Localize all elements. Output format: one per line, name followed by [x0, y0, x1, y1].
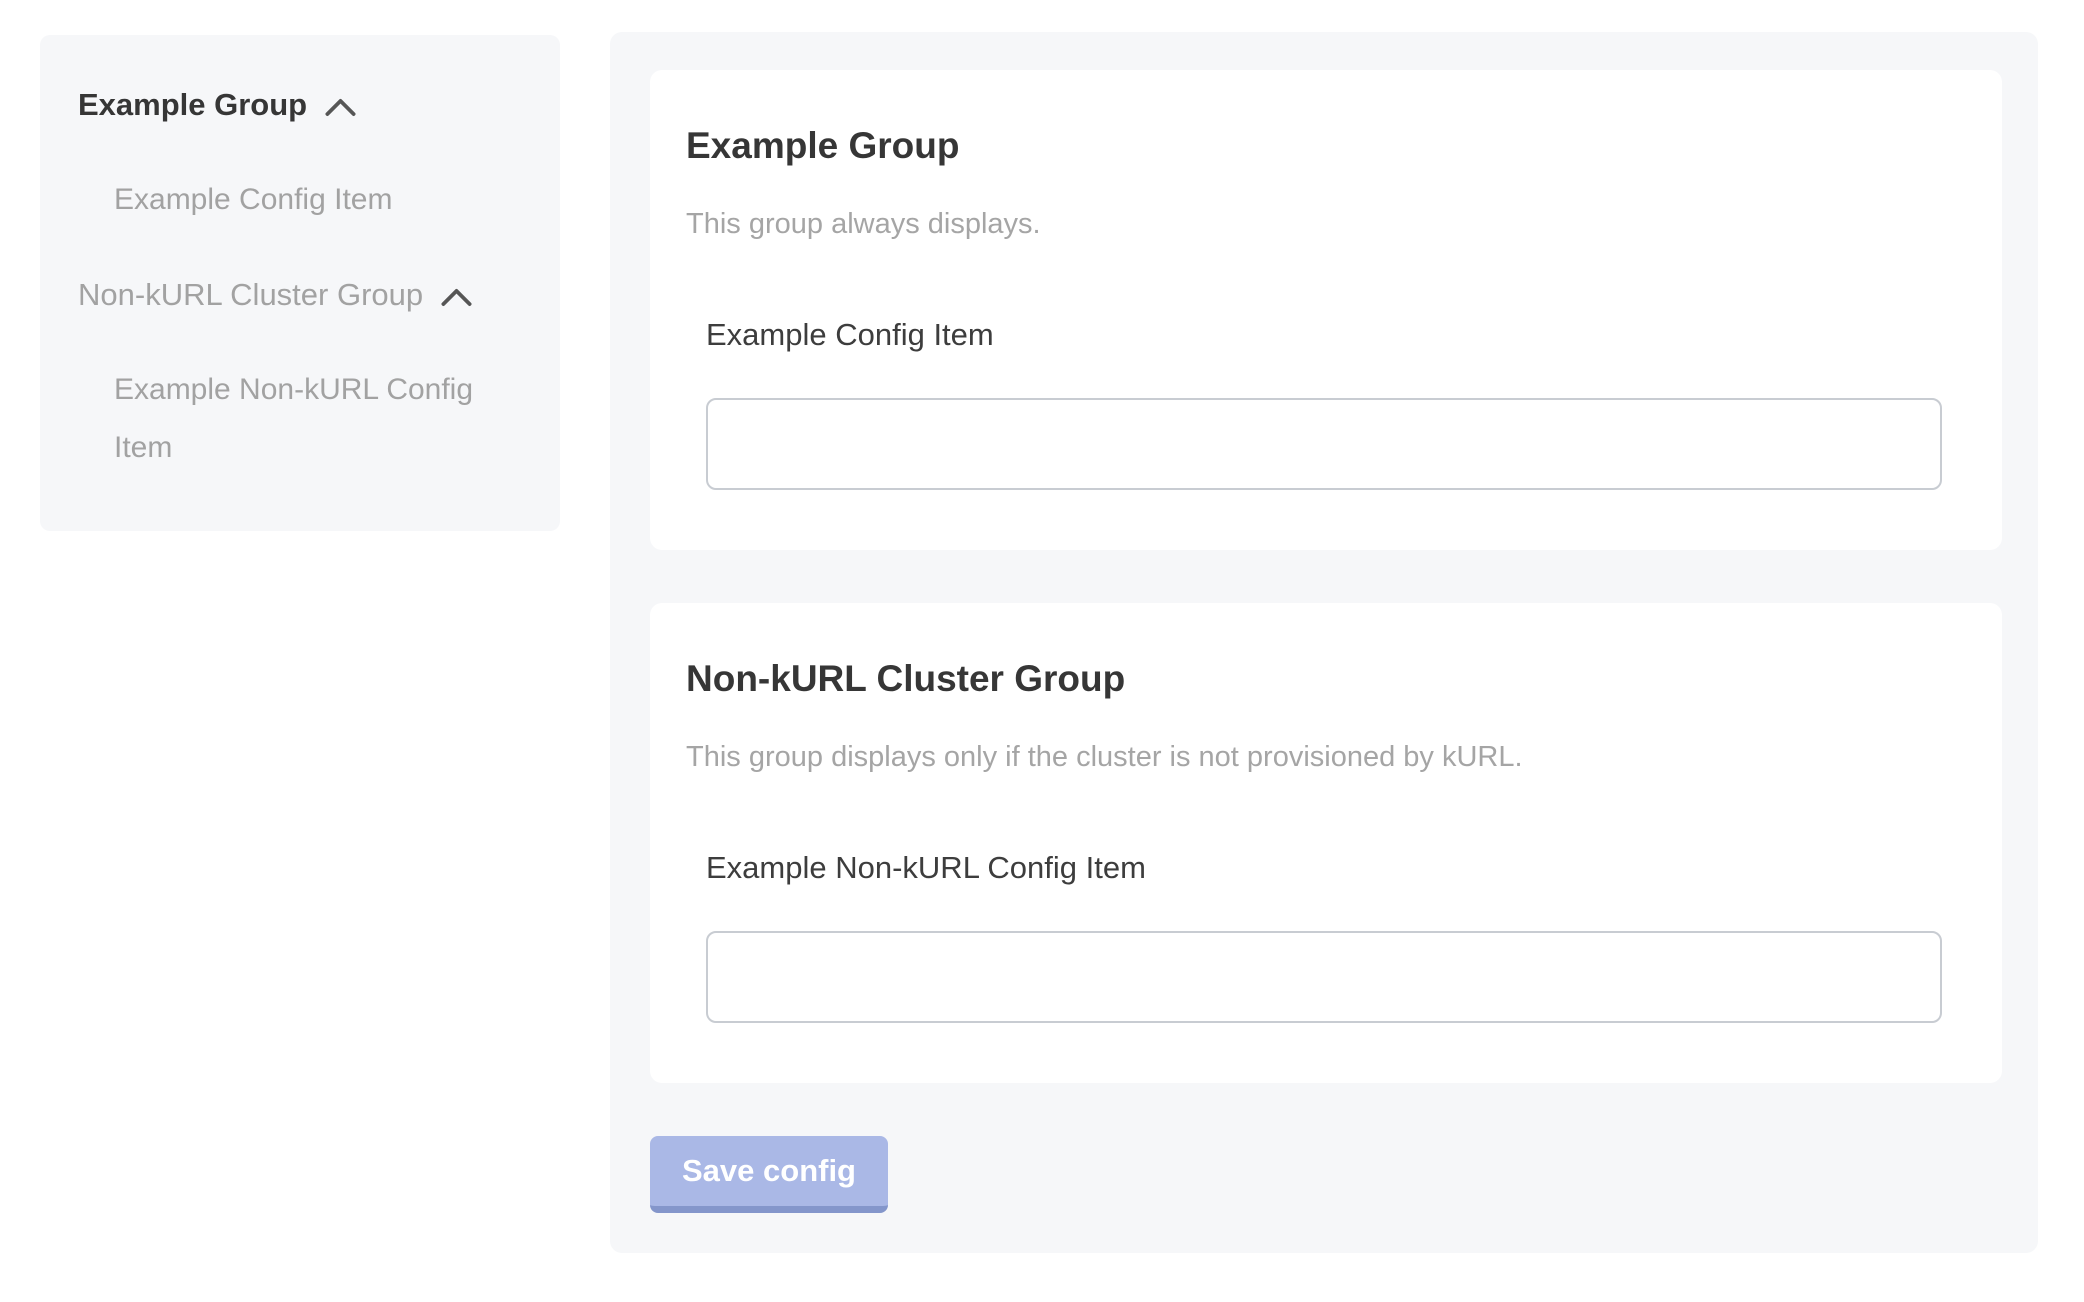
group-title: Example Group: [686, 124, 1942, 168]
config-input-example-config-item[interactable]: [706, 398, 1942, 490]
config-panel: Example Group This group always displays…: [610, 32, 2038, 1253]
config-group-card-example-group: Example Group This group always displays…: [650, 70, 2002, 550]
chevron-up-icon[interactable]: [441, 288, 472, 307]
sidebar-group-example-group: Example Group Example Config Item: [78, 85, 522, 229]
sidebar-group-label: Non-kURL Cluster Group: [78, 275, 423, 315]
sidebar-group-label: Example Group: [78, 85, 307, 125]
sidebar-group-header-example-group[interactable]: Example Group: [78, 85, 522, 125]
config-field-example-config-item: Example Config Item: [706, 316, 1942, 490]
group-description: This group displays only if the cluster …: [686, 739, 1942, 775]
group-title: Non-kURL Cluster Group: [686, 657, 1942, 701]
config-input-example-non-kurl-config-item[interactable]: [706, 931, 1942, 1023]
config-field-example-non-kurl-config-item: Example Non-kURL Config Item: [706, 849, 1942, 1023]
group-description: This group always displays.: [686, 206, 1942, 242]
save-config-button[interactable]: Save config: [650, 1136, 888, 1213]
sidebar-group-header-non-kurl-cluster-group[interactable]: Non-kURL Cluster Group: [78, 275, 522, 315]
config-group-card-non-kurl-cluster-group: Non-kURL Cluster Group This group displa…: [650, 603, 2002, 1083]
config-nav-sidebar: Example Group Example Config Item Non-kU…: [40, 35, 560, 531]
field-label: Example Non-kURL Config Item: [706, 849, 1942, 887]
sidebar-item-example-config-item[interactable]: Example Config Item: [114, 171, 516, 229]
sidebar-item-example-non-kurl-config-item[interactable]: Example Non-kURL Config Item: [114, 361, 516, 477]
sidebar-group-non-kurl-cluster-group: Non-kURL Cluster Group Example Non-kURL …: [78, 275, 522, 477]
field-label: Example Config Item: [706, 316, 1942, 354]
chevron-up-icon[interactable]: [325, 98, 356, 117]
